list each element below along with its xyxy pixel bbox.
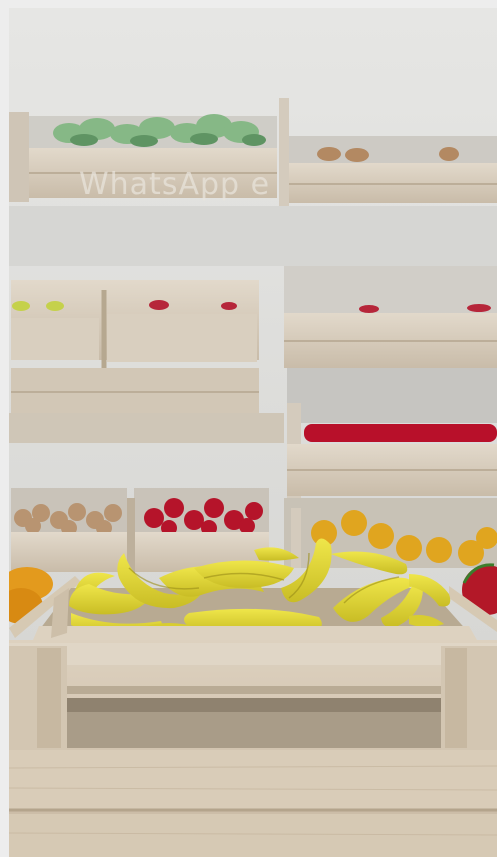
- whatsapp-watermark: WhatsApp e: [79, 167, 270, 202]
- lower-left-crate-onions: [11, 488, 127, 572]
- photo-frame: WhatsApp e: [9, 8, 497, 857]
- foreground-crate: [9, 640, 497, 857]
- lower-middle-crate-red-fruit: [127, 488, 269, 573]
- produce-shelves-photo: WhatsApp e: [9, 8, 497, 857]
- shelf-gap: [9, 206, 497, 266]
- middle-right-crate-red-fruit: [284, 266, 497, 498]
